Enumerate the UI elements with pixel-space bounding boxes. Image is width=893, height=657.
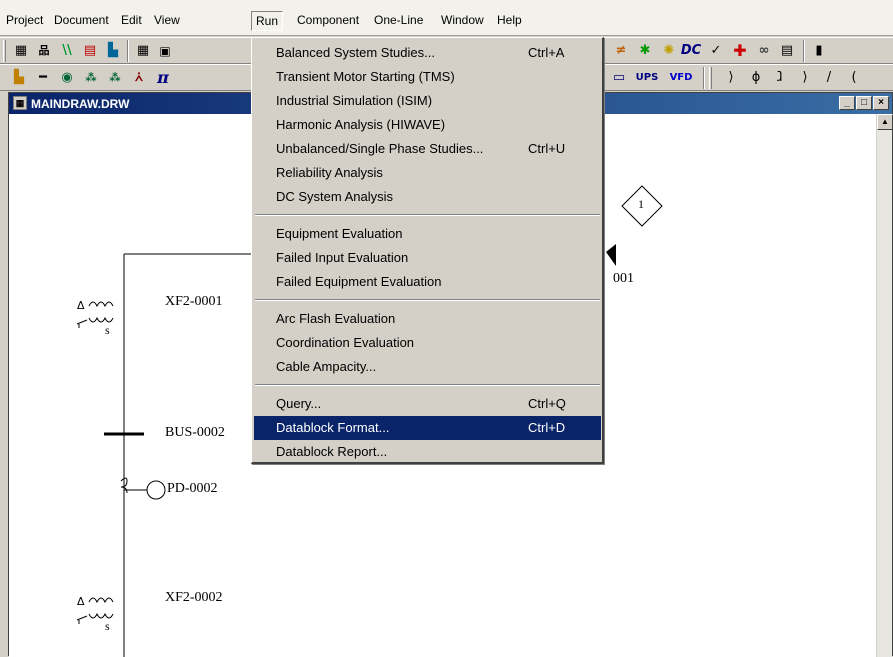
relay-icon[interactable]: ⱹ — [769, 68, 791, 88]
pd-label: PD-0002 — [167, 481, 218, 496]
harmonics-icon[interactable]: \\ — [56, 41, 78, 61]
menu-run[interactable]: Run — [251, 11, 284, 31]
menu-edit[interactable]: Edit — [117, 11, 146, 31]
report-icon[interactable]: ▤ — [79, 41, 101, 61]
red-cross-icon[interactable]: ✚ — [729, 41, 751, 61]
menu-item-datablock-report[interactable]: Datablock Report... — [254, 440, 601, 464]
menu-bar: Project Document Edit View Run Component… — [0, 0, 893, 36]
menu-window[interactable]: Window — [437, 11, 488, 31]
run-menu-dropdown: Balanced System Studies... Ctrl+A Transie… — [251, 37, 604, 464]
xf1-label: XF2-0001 — [165, 294, 223, 309]
svg-text:Δ: Δ — [77, 299, 85, 312]
scroll-up-icon[interactable]: ▲ — [877, 114, 893, 130]
menu-item-failed-equipment-evaluation[interactable]: Failed Equipment Evaluation — [254, 270, 601, 294]
bus-icon[interactable]: ━ — [32, 68, 54, 88]
menu-one-line[interactable]: One-Line — [370, 11, 427, 31]
window-title: MAINDRAW.DRW — [31, 97, 130, 111]
protective-device-symbol — [120, 477, 166, 500]
save-icon[interactable]: ▣ — [154, 41, 176, 61]
flash-icon[interactable]: ✺ — [658, 41, 680, 61]
menu-item-harmonic-analysis[interactable]: Harmonic Analysis (HIWAVE) — [254, 113, 601, 137]
fuse-icon[interactable]: ɸ — [745, 68, 767, 88]
toolbar-grip-2[interactable] — [709, 67, 712, 89]
generator-icon[interactable]: ◉ — [56, 68, 78, 88]
xf2-s-label: s — [105, 619, 110, 633]
menu-component[interactable]: Component — [293, 11, 363, 31]
ups-icon[interactable]: UPS — [632, 68, 662, 88]
dc-icon[interactable]: DC — [680, 41, 702, 61]
chart-icon[interactable]: ▙ — [102, 41, 124, 61]
binoculars-icon[interactable]: ∞ — [753, 41, 775, 61]
menu-item-dc-system-analysis[interactable]: DC System Analysis — [254, 185, 601, 209]
toolbar-grip[interactable] — [3, 40, 6, 62]
menu-separator — [255, 214, 600, 216]
menu-item-equipment-evaluation[interactable]: Equipment Evaluation — [254, 222, 601, 246]
component-marker — [606, 244, 616, 266]
menu-view[interactable]: View — [150, 11, 184, 31]
bus-label: BUS-0002 — [165, 425, 225, 440]
building-icon[interactable]: ▙ — [8, 68, 30, 88]
load-icon[interactable]: ⁂ — [80, 68, 102, 88]
maximize-button[interactable]: □ — [856, 96, 872, 110]
component-id-label: 001 — [613, 271, 634, 286]
project-icon[interactable]: ▦ — [10, 41, 32, 61]
filter-icon[interactable]: ⩑ — [128, 68, 150, 88]
curve-icon[interactable]: ≠ — [610, 41, 632, 61]
menu-item-failed-input-evaluation[interactable]: Failed Input Evaluation — [254, 246, 601, 270]
datablock-icon[interactable]: ▤ — [776, 41, 798, 61]
xf2-label: XF2-0002 — [165, 590, 223, 605]
menu-item-reliability-analysis[interactable]: Reliability Analysis — [254, 161, 601, 185]
window-icon[interactable]: ▭ — [608, 68, 630, 88]
xf1-s-label: s — [105, 323, 110, 337]
document-icon[interactable]: ▦ — [13, 96, 27, 110]
menu-project[interactable]: Project — [2, 11, 47, 31]
menu-item-query[interactable]: Query... Ctrl+Q — [254, 392, 601, 416]
motor-icon[interactable]: ⁂ — [104, 68, 126, 88]
motor-start-icon[interactable]: ✱ — [634, 41, 656, 61]
table-icon[interactable]: ▦ — [132, 41, 154, 61]
menu-separator — [255, 384, 600, 386]
menu-help[interactable]: Help — [493, 11, 526, 31]
menu-item-unbalanced-studies[interactable]: Unbalanced/Single Phase Studies... Ctrl+U — [254, 137, 601, 161]
menu-item-arc-flash-evaluation[interactable]: Arc Flash Evaluation — [254, 307, 601, 331]
close-button[interactable]: × — [873, 96, 889, 110]
pi-icon[interactable]: π — [152, 68, 174, 88]
breaker-icon[interactable]: ⟩ — [720, 68, 742, 88]
menu-item-cable-ampacity[interactable]: Cable Ampacity... — [254, 355, 601, 379]
menu-item-industrial-simulation[interactable]: Industrial Simulation (ISIM) — [254, 89, 601, 113]
tree-icon[interactable]: 品 — [33, 41, 55, 61]
menu-item-balanced-system-studies[interactable]: Balanced System Studies... Ctrl+A — [254, 41, 601, 65]
menu-item-coordination-evaluation[interactable]: Coordination Evaluation — [254, 331, 601, 355]
minimize-button[interactable]: _ — [839, 96, 855, 110]
menu-separator — [255, 299, 600, 301]
menu-document[interactable]: Document — [50, 11, 113, 31]
vertical-scrollbar[interactable]: ▲ — [876, 114, 893, 657]
switch-icon[interactable]: ⟩ — [794, 68, 816, 88]
check-icon[interactable]: ✓ — [705, 41, 727, 61]
toolbar-more-icon[interactable]: ▮ — [808, 41, 830, 61]
svg-text:Δ: Δ — [77, 595, 85, 608]
menu-item-datablock-format[interactable]: Datablock Format... Ctrl+D — [254, 416, 601, 440]
disconnect-icon[interactable]: / — [818, 68, 840, 88]
menu-item-transient-motor-starting[interactable]: Transient Motor Starting (TMS) — [254, 65, 601, 89]
vfd-icon[interactable]: VFD — [666, 68, 696, 88]
contactor-icon[interactable]: ( — [843, 68, 865, 88]
node-number-label: 1 — [638, 197, 644, 211]
